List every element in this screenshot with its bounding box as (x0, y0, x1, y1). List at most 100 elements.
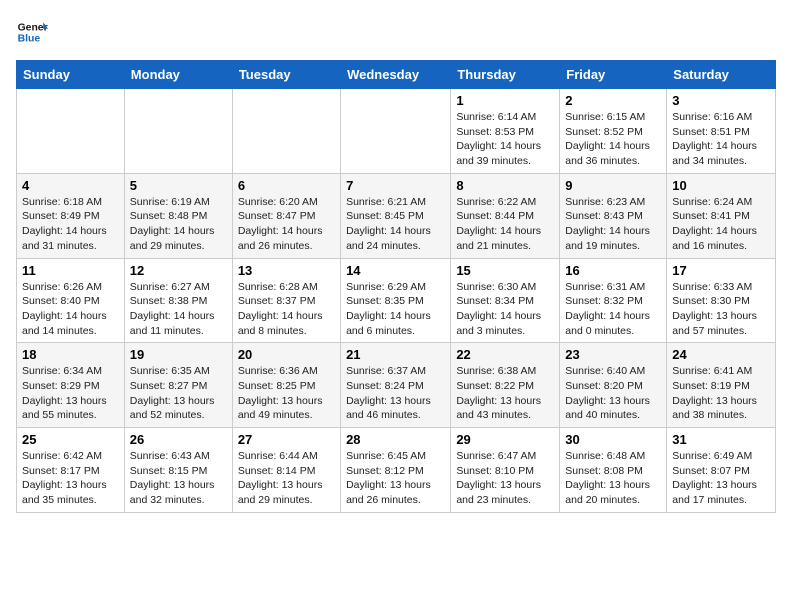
page-header: General Blue (16, 16, 776, 48)
day-number: 30 (565, 432, 661, 447)
day-info: Sunrise: 6:36 AM Sunset: 8:25 PM Dayligh… (238, 364, 335, 423)
calendar-cell: 11 Sunrise: 6:26 AM Sunset: 8:40 PM Dayli… (17, 258, 125, 343)
calendar-cell: 27 Sunrise: 6:44 AM Sunset: 8:14 PM Dayli… (232, 428, 340, 513)
day-number: 15 (456, 263, 554, 278)
calendar-cell: 2 Sunrise: 6:15 AM Sunset: 8:52 PM Daylig… (560, 89, 667, 174)
calendar-table: SundayMondayTuesdayWednesdayThursdayFrid… (16, 60, 776, 513)
header-monday: Monday (124, 61, 232, 89)
day-info: Sunrise: 6:21 AM Sunset: 8:45 PM Dayligh… (346, 195, 445, 254)
day-info: Sunrise: 6:44 AM Sunset: 8:14 PM Dayligh… (238, 449, 335, 508)
calendar-cell: 10 Sunrise: 6:24 AM Sunset: 8:41 PM Dayli… (667, 173, 776, 258)
calendar-cell: 6 Sunrise: 6:20 AM Sunset: 8:47 PM Daylig… (232, 173, 340, 258)
day-number: 24 (672, 347, 770, 362)
day-info: Sunrise: 6:35 AM Sunset: 8:27 PM Dayligh… (130, 364, 227, 423)
day-number: 31 (672, 432, 770, 447)
calendar-week-row: 25 Sunrise: 6:42 AM Sunset: 8:17 PM Dayli… (17, 428, 776, 513)
day-number: 29 (456, 432, 554, 447)
calendar-cell: 9 Sunrise: 6:23 AM Sunset: 8:43 PM Daylig… (560, 173, 667, 258)
calendar-cell: 12 Sunrise: 6:27 AM Sunset: 8:38 PM Dayli… (124, 258, 232, 343)
header-friday: Friday (560, 61, 667, 89)
calendar-cell: 13Sunrise: 6:28 AM Sunset: 8:37 PM Dayli… (232, 258, 340, 343)
day-number: 25 (22, 432, 119, 447)
day-number: 16 (565, 263, 661, 278)
calendar-cell (17, 89, 125, 174)
day-number: 22 (456, 347, 554, 362)
calendar-cell: 30 Sunrise: 6:48 AM Sunset: 8:08 PM Dayli… (560, 428, 667, 513)
day-info: Sunrise: 6:42 AM Sunset: 8:17 PM Dayligh… (22, 449, 119, 508)
calendar-header-row: SundayMondayTuesdayWednesdayThursdayFrid… (17, 61, 776, 89)
day-info: Sunrise: 6:16 AM Sunset: 8:51 PM Dayligh… (672, 110, 770, 169)
calendar-cell: 26Sunrise: 6:43 AM Sunset: 8:15 PM Dayli… (124, 428, 232, 513)
calendar-week-row: 4 Sunrise: 6:18 AM Sunset: 8:49 PM Daylig… (17, 173, 776, 258)
day-info: Sunrise: 6:48 AM Sunset: 8:08 PM Dayligh… (565, 449, 661, 508)
day-number: 10 (672, 178, 770, 193)
day-number: 28 (346, 432, 445, 447)
day-info: Sunrise: 6:19 AM Sunset: 8:48 PM Dayligh… (130, 195, 227, 254)
day-info: Sunrise: 6:38 AM Sunset: 8:22 PM Dayligh… (456, 364, 554, 423)
day-info: Sunrise: 6:49 AM Sunset: 8:07 PM Dayligh… (672, 449, 770, 508)
calendar-week-row: 1 Sunrise: 6:14 AM Sunset: 8:53 PM Daylig… (17, 89, 776, 174)
day-info: Sunrise: 6:40 AM Sunset: 8:20 PM Dayligh… (565, 364, 661, 423)
calendar-cell: 19 Sunrise: 6:35 AM Sunset: 8:27 PM Dayli… (124, 343, 232, 428)
day-number: 12 (130, 263, 227, 278)
day-number: 20 (238, 347, 335, 362)
day-number: 5 (130, 178, 227, 193)
calendar-cell: 20 Sunrise: 6:36 AM Sunset: 8:25 PM Dayli… (232, 343, 340, 428)
calendar-cell: 14Sunrise: 6:29 AM Sunset: 8:35 PM Dayli… (341, 258, 451, 343)
day-info: Sunrise: 6:45 AM Sunset: 8:12 PM Dayligh… (346, 449, 445, 508)
day-number: 2 (565, 93, 661, 108)
day-info: Sunrise: 6:22 AM Sunset: 8:44 PM Dayligh… (456, 195, 554, 254)
day-info: Sunrise: 6:29 AM Sunset: 8:35 PM Dayligh… (346, 280, 445, 339)
day-info: Sunrise: 6:34 AM Sunset: 8:29 PM Dayligh… (22, 364, 119, 423)
header-sunday: Sunday (17, 61, 125, 89)
day-number: 9 (565, 178, 661, 193)
day-info: Sunrise: 6:26 AM Sunset: 8:40 PM Dayligh… (22, 280, 119, 339)
day-number: 19 (130, 347, 227, 362)
day-info: Sunrise: 6:47 AM Sunset: 8:10 PM Dayligh… (456, 449, 554, 508)
calendar-cell: 3 Sunrise: 6:16 AM Sunset: 8:51 PM Daylig… (667, 89, 776, 174)
header-wednesday: Wednesday (341, 61, 451, 89)
day-number: 3 (672, 93, 770, 108)
day-info: Sunrise: 6:24 AM Sunset: 8:41 PM Dayligh… (672, 195, 770, 254)
calendar-week-row: 11 Sunrise: 6:26 AM Sunset: 8:40 PM Dayli… (17, 258, 776, 343)
day-number: 1 (456, 93, 554, 108)
header-saturday: Saturday (667, 61, 776, 89)
day-info: Sunrise: 6:27 AM Sunset: 8:38 PM Dayligh… (130, 280, 227, 339)
calendar-cell: 18 Sunrise: 6:34 AM Sunset: 8:29 PM Dayli… (17, 343, 125, 428)
day-number: 17 (672, 263, 770, 278)
calendar-cell: 25 Sunrise: 6:42 AM Sunset: 8:17 PM Dayli… (17, 428, 125, 513)
day-info: Sunrise: 6:15 AM Sunset: 8:52 PM Dayligh… (565, 110, 661, 169)
header-tuesday: Tuesday (232, 61, 340, 89)
day-number: 23 (565, 347, 661, 362)
calendar-cell: 24 Sunrise: 6:41 AM Sunset: 8:19 PM Dayli… (667, 343, 776, 428)
calendar-cell: 5 Sunrise: 6:19 AM Sunset: 8:48 PM Daylig… (124, 173, 232, 258)
day-number: 27 (238, 432, 335, 447)
calendar-cell: 28 Sunrise: 6:45 AM Sunset: 8:12 PM Dayli… (341, 428, 451, 513)
day-info: Sunrise: 6:14 AM Sunset: 8:53 PM Dayligh… (456, 110, 554, 169)
calendar-cell (232, 89, 340, 174)
day-info: Sunrise: 6:41 AM Sunset: 8:19 PM Dayligh… (672, 364, 770, 423)
day-number: 6 (238, 178, 335, 193)
day-info: Sunrise: 6:31 AM Sunset: 8:32 PM Dayligh… (565, 280, 661, 339)
day-info: Sunrise: 6:20 AM Sunset: 8:47 PM Dayligh… (238, 195, 335, 254)
logo: General Blue (16, 16, 52, 48)
header-thursday: Thursday (451, 61, 560, 89)
day-info: Sunrise: 6:18 AM Sunset: 8:49 PM Dayligh… (22, 195, 119, 254)
day-info: Sunrise: 6:43 AM Sunset: 8:15 PM Dayligh… (130, 449, 227, 508)
calendar-cell: 4 Sunrise: 6:18 AM Sunset: 8:49 PM Daylig… (17, 173, 125, 258)
calendar-cell: 21Sunrise: 6:37 AM Sunset: 8:24 PM Dayli… (341, 343, 451, 428)
calendar-cell (341, 89, 451, 174)
day-info: Sunrise: 6:28 AM Sunset: 8:37 PM Dayligh… (238, 280, 335, 339)
day-info: Sunrise: 6:23 AM Sunset: 8:43 PM Dayligh… (565, 195, 661, 254)
calendar-cell: 31 Sunrise: 6:49 AM Sunset: 8:07 PM Dayli… (667, 428, 776, 513)
day-number: 11 (22, 263, 119, 278)
calendar-cell: 8Sunrise: 6:22 AM Sunset: 8:44 PM Daylig… (451, 173, 560, 258)
day-number: 7 (346, 178, 445, 193)
calendar-week-row: 18 Sunrise: 6:34 AM Sunset: 8:29 PM Dayli… (17, 343, 776, 428)
day-number: 4 (22, 178, 119, 193)
logo-icon: General Blue (16, 16, 48, 48)
day-info: Sunrise: 6:37 AM Sunset: 8:24 PM Dayligh… (346, 364, 445, 423)
calendar-cell: 17 Sunrise: 6:33 AM Sunset: 8:30 PM Dayli… (667, 258, 776, 343)
day-info: Sunrise: 6:33 AM Sunset: 8:30 PM Dayligh… (672, 280, 770, 339)
day-number: 18 (22, 347, 119, 362)
